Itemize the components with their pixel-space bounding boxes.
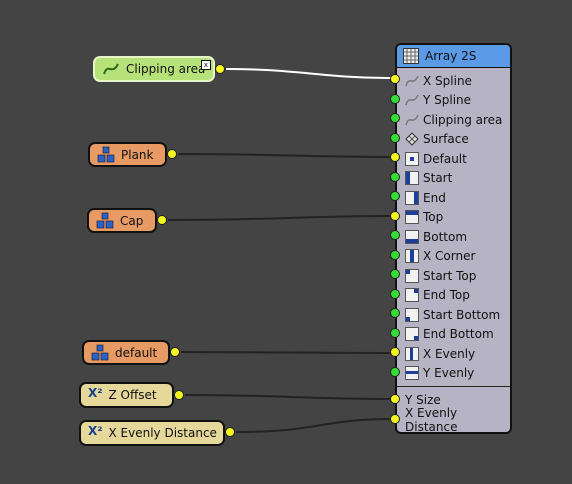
input-start[interactable]: Start (397, 169, 510, 188)
surface-icon (405, 132, 419, 146)
tile-bottom-icon (405, 229, 419, 244)
wire-z-offset[interactable] (184, 394, 395, 400)
wire-x-evenly-distance[interactable] (235, 418, 395, 433)
tile-start-icon (405, 171, 419, 185)
port-end[interactable] (390, 191, 400, 201)
input-x-corner[interactable]: X Corner (397, 247, 510, 266)
geometry-blocks-icon (97, 146, 115, 162)
clipping-area-node[interactable]: Clipping area x (93, 56, 215, 82)
geometry-blocks-icon (91, 344, 109, 360)
node-label: Z Offset (108, 388, 157, 402)
tile-center-icon (405, 151, 419, 166)
input-end[interactable]: End (397, 188, 510, 207)
input-top[interactable]: Top (397, 208, 510, 227)
array-2s-title: Array 2S (425, 49, 477, 63)
port-x-corner[interactable] (390, 250, 400, 260)
wire-cap[interactable] (167, 215, 395, 221)
spline-icon (405, 94, 419, 106)
node-label: Cap (120, 213, 144, 228)
port-clipping-area[interactable] (390, 113, 400, 123)
port-default[interactable] (390, 152, 400, 162)
spline-icon (405, 114, 419, 125)
tile-start-bottom-icon (405, 307, 419, 322)
input-end-top[interactable]: End Top (397, 286, 510, 305)
close-icon[interactable]: x (201, 60, 211, 70)
port-x-spline[interactable] (390, 74, 400, 84)
port-y-evenly[interactable] (390, 367, 400, 377)
cap-output-port[interactable] (157, 215, 167, 225)
tile-start-top-icon (405, 268, 419, 283)
tile-x-evenly-icon (405, 346, 419, 361)
port-bottom[interactable] (390, 230, 400, 240)
tile-end-top-icon (405, 288, 419, 302)
port-start-top[interactable] (390, 269, 400, 279)
tile-y-evenly-icon (405, 366, 419, 380)
tile-corner-icon (405, 249, 419, 263)
array-2s-header[interactable]: Array 2S (397, 45, 510, 68)
port-top[interactable] (390, 211, 400, 221)
node-label: Clipping area (126, 62, 206, 76)
port-start[interactable] (390, 172, 400, 182)
plank-output-port[interactable] (167, 149, 177, 159)
input-surface[interactable]: Surface (397, 130, 510, 149)
node-label: X Evenly Distance (108, 426, 217, 440)
default-node[interactable]: default (82, 340, 170, 365)
wire-plank[interactable] (177, 153, 395, 158)
wire-default[interactable] (180, 351, 395, 354)
geometry-blocks-icon (96, 212, 114, 228)
tile-top-icon (405, 210, 419, 224)
cap-node[interactable]: Cap (87, 208, 157, 233)
z-offset-output-port[interactable] (174, 390, 184, 400)
port-end-top[interactable] (390, 289, 400, 299)
input-start-top[interactable]: Start Top (397, 266, 510, 285)
array-2s-node[interactable]: Array 2S X Spline Y Spline Clipping area… (395, 43, 512, 434)
tile-end-icon (405, 190, 419, 205)
node-label: default (115, 345, 158, 360)
tile-end-bottom-icon (405, 327, 419, 341)
spline-icon (103, 63, 119, 75)
clipping-area-output-port[interactable] (215, 64, 225, 74)
grid-icon (403, 48, 419, 64)
spline-icon (405, 75, 419, 86)
x-squared-icon: X² (88, 386, 103, 400)
default-output-port[interactable] (170, 347, 180, 357)
input-y-evenly[interactable]: Y Evenly (397, 364, 510, 383)
param-x-evenly-distance[interactable]: X Evenly Distance (397, 406, 510, 433)
port-surface[interactable] (390, 133, 400, 143)
port-y-size[interactable] (390, 394, 400, 404)
input-bottom[interactable]: Bottom (397, 227, 510, 246)
port-start-bottom[interactable] (390, 308, 400, 318)
x-evenly-distance-node[interactable]: X² X Evenly Distance (79, 420, 225, 446)
z-offset-node[interactable]: X² Z Offset (79, 382, 174, 408)
port-y-spline[interactable] (390, 94, 400, 104)
x-evenly-distance-output-port[interactable] (225, 427, 235, 437)
port-end-bottom[interactable] (390, 328, 400, 338)
node-label: Plank (121, 147, 154, 162)
divider (397, 386, 510, 387)
input-start-bottom[interactable]: Start Bottom (397, 305, 510, 324)
input-x-evenly[interactable]: X Evenly (397, 344, 510, 363)
input-end-bottom[interactable]: End Bottom (397, 325, 510, 344)
port-x-evenly-distance[interactable] (390, 414, 400, 424)
port-x-evenly[interactable] (390, 347, 400, 357)
plank-node[interactable]: Plank (88, 142, 167, 167)
input-default[interactable]: Default (397, 149, 510, 168)
x-squared-icon: X² (88, 424, 103, 438)
wire-clipping-area[interactable] (225, 68, 395, 79)
input-y-spline[interactable]: Y Spline (397, 91, 510, 110)
input-clipping-area[interactable]: Clipping area (397, 110, 510, 129)
input-x-spline[interactable]: X Spline (397, 71, 510, 90)
